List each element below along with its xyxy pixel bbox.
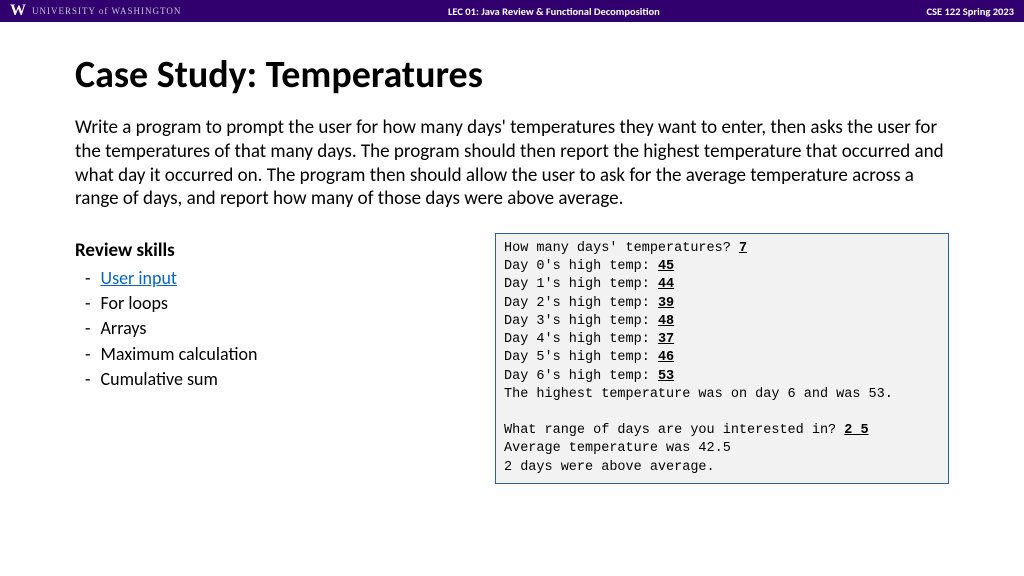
- header-left: W UNIVERSITY of WASHINGTON: [10, 2, 181, 20]
- review-skill-link[interactable]: User input: [101, 267, 177, 289]
- console-user-input: 37: [658, 332, 674, 347]
- review-skill-item: For loops: [105, 291, 455, 316]
- console-line: [504, 404, 940, 422]
- console-line: 2 days were above average.: [504, 459, 940, 477]
- console-user-input: 7: [739, 241, 747, 256]
- console-line: Day 2's high temp: 39: [504, 295, 940, 313]
- console-user-input: 45: [658, 259, 674, 274]
- console-line: Day 4's high temp: 37: [504, 331, 940, 349]
- review-heading: Review skills: [75, 239, 455, 262]
- console-line: Day 1's high temp: 44: [504, 276, 940, 294]
- console-user-input: 44: [658, 277, 674, 292]
- console-output: How many days' temperatures? 7Day 0's hi…: [495, 233, 949, 484]
- description-text: Write a program to prompt the user for h…: [75, 116, 955, 211]
- console-user-input: 53: [658, 369, 674, 384]
- console-user-input: 46: [658, 350, 674, 365]
- console-line: Day 0's high temp: 45: [504, 258, 940, 276]
- review-skills-block: Review skills User inputFor loopsArraysM…: [75, 239, 455, 484]
- console-line: Average temperature was 42.5: [504, 440, 940, 458]
- review-skill-list: User inputFor loopsArraysMaximum calcula…: [75, 266, 455, 392]
- console-user-input: 39: [658, 296, 674, 311]
- console-line: Day 5's high temp: 46: [504, 349, 940, 367]
- review-skill-item: Arrays: [105, 316, 455, 341]
- review-skill-item: Cumulative sum: [105, 367, 455, 392]
- console-user-input: 48: [658, 314, 674, 329]
- console-line: What range of days are you interested in…: [504, 422, 940, 440]
- university-name: UNIVERSITY of WASHINGTON: [32, 6, 181, 16]
- course-label: CSE 122 Spring 2023: [926, 5, 1014, 18]
- uw-logo-icon: W: [10, 2, 26, 20]
- console-user-input: 2 5: [844, 423, 868, 438]
- lower-row: Review skills User inputFor loopsArraysM…: [75, 239, 949, 484]
- console-line: How many days' temperatures? 7: [504, 240, 940, 258]
- console-line: Day 6's high temp: 53: [504, 368, 940, 386]
- slide-content: Case Study: Temperatures Write a program…: [0, 22, 1024, 484]
- console-line: Day 3's high temp: 48: [504, 313, 940, 331]
- slide-title: Case Study: Temperatures: [75, 52, 949, 98]
- slide-header: W UNIVERSITY of WASHINGTON LEC 01: Java …: [0, 0, 1024, 22]
- console-line: The highest temperature was on day 6 and…: [504, 386, 940, 404]
- review-skill-item: User input: [105, 266, 455, 291]
- review-skill-item: Maximum calculation: [105, 342, 455, 367]
- lecture-label: LEC 01: Java Review & Functional Decompo…: [448, 5, 660, 18]
